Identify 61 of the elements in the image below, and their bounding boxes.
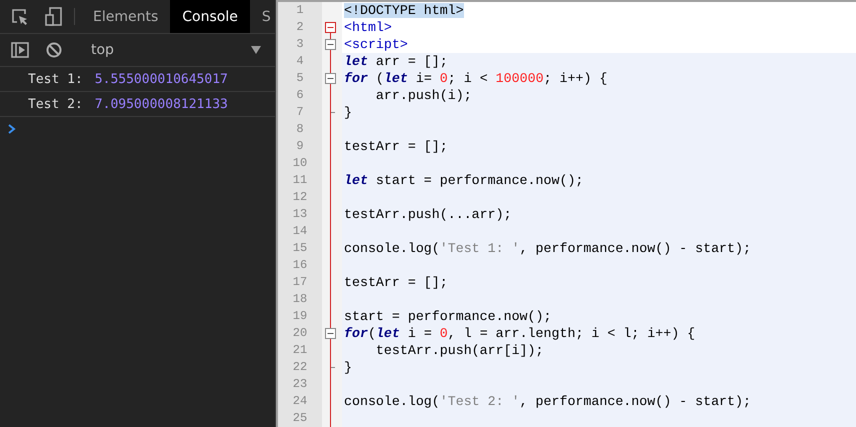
dropdown-triangle-icon: [251, 46, 261, 54]
context-select[interactable]: top: [81, 34, 275, 66]
log-value: 5.555000010645017: [94, 72, 228, 86]
line-number: 12: [292, 189, 308, 206]
code-line: testArr.push(...arr);: [343, 206, 512, 223]
line-number: 14: [292, 223, 308, 240]
log-label: Test 1:: [28, 72, 83, 86]
line-number: 9: [295, 138, 305, 155]
panel-tab[interactable]: Elements: [81, 0, 170, 33]
code-line: testArr = [];: [343, 138, 448, 155]
collapse-toggle-icon[interactable]: [325, 22, 336, 33]
code-line: console.log('Test 1: ', performance.now() - start);: [343, 240, 751, 257]
line-number: 6: [295, 87, 305, 104]
code-line: }: [343, 359, 352, 376]
collapse-toggle-icon[interactable]: [325, 328, 336, 339]
line-number: 8: [295, 121, 305, 138]
fold-end-tick: [331, 112, 335, 113]
line-number: 2: [295, 19, 305, 36]
code-line: for (let i= 0; i < 100000; i++) {: [343, 70, 608, 87]
line-number: 4: [295, 53, 305, 70]
line-number: 21: [292, 342, 308, 359]
panel-tab[interactable]: S: [250, 0, 275, 33]
fold-end-tick: [331, 367, 335, 368]
panel-tab[interactable]: Console: [170, 0, 250, 33]
code-line: testArr = [];: [343, 274, 448, 291]
code-line: testArr.push(arr[i]);: [374, 342, 544, 359]
clear-icon[interactable]: [46, 42, 62, 58]
device-icon[interactable]: [45, 6, 63, 26]
line-number: 16: [292, 257, 308, 274]
sidebar-toggle-icon[interactable]: [11, 42, 29, 58]
code-line: }: [343, 104, 352, 121]
line-number: 25: [292, 410, 308, 427]
code-line: <script>: [343, 36, 408, 53]
code-line: arr.push(i);: [374, 87, 472, 104]
code-line: let start = performance.now();: [343, 172, 584, 189]
collapse-toggle-icon[interactable]: [325, 39, 336, 50]
line-number: 18: [292, 291, 308, 308]
code-line: let arr = [];: [343, 53, 448, 70]
line-number: 11: [292, 172, 308, 189]
line-number: 24: [292, 393, 308, 410]
code-line: for(let i = 0, l = arr.length; i < l; i++) {: [343, 325, 696, 342]
line-number: 22: [292, 359, 308, 376]
log-label: Test 2:: [28, 96, 83, 112]
line-number: 19: [292, 308, 308, 325]
line-number: 3: [295, 36, 305, 53]
code-line: start = performance.now();: [343, 308, 552, 325]
code-line: console.log('Test 2: ', performance.now() - start);: [343, 393, 751, 410]
prompt-chevron-icon[interactable]: [8, 124, 16, 134]
line-number: 15: [292, 240, 308, 257]
code-line: <html>: [343, 19, 392, 36]
inspect-cursor-icon[interactable]: [11, 8, 29, 26]
line-number: 10: [292, 155, 308, 172]
line-number: 23: [292, 376, 308, 393]
line-number: 13: [292, 206, 308, 223]
line-number: 7: [295, 104, 305, 121]
line-number: 1: [295, 2, 305, 19]
line-number: 17: [292, 274, 308, 291]
collapse-toggle-icon[interactable]: [325, 73, 336, 84]
line-number: 5: [295, 70, 305, 87]
log-value: 7.095000008121133: [94, 96, 228, 112]
line-number: 20: [292, 325, 308, 342]
